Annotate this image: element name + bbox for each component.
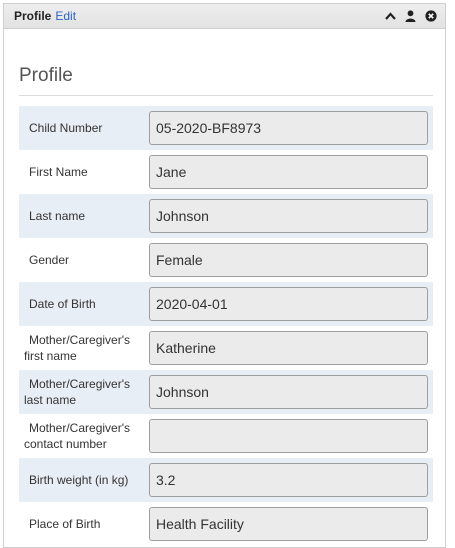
field-label: Last name [29, 209, 86, 223]
field-row-caregiver-first-name: Mother/Caregiver's first name [19, 326, 433, 370]
edit-link[interactable]: Edit [55, 9, 76, 23]
close-circle-icon[interactable] [424, 10, 437, 23]
child-number-field[interactable] [149, 111, 428, 145]
field-label: Mother/Caregiver's last name [24, 377, 130, 407]
field-row-caregiver-contact: Mother/Caregiver's contact number [19, 414, 433, 458]
panel-title: Profile [14, 9, 52, 23]
field-row-birth-weight: Birth weight (in kg) [19, 458, 433, 502]
profile-fields: Child Number First Name Last name Gender… [19, 106, 433, 546]
birth-weight-field[interactable] [149, 463, 428, 497]
field-row-last-name: Last name [19, 194, 433, 238]
chevron-up-icon[interactable] [384, 10, 397, 23]
field-label: Birth weight (in kg) [29, 473, 129, 487]
header-icons [384, 10, 437, 23]
panel-content: Profile Child Number First Name Last nam… [4, 29, 445, 546]
field-row-gender: Gender [19, 238, 433, 282]
field-row-caregiver-last-name: Mother/Caregiver's last name [19, 370, 433, 414]
field-label: Mother/Caregiver's contact number [24, 421, 130, 451]
date-of-birth-field[interactable] [149, 287, 428, 321]
field-label: First Name [29, 165, 88, 179]
gender-field[interactable] [149, 243, 428, 277]
profile-panel: Profile Edit Profile Child Number First … [3, 3, 446, 548]
field-row-place-of-birth: Place of Birth [19, 502, 433, 546]
field-label: Gender [29, 253, 70, 267]
field-label: Date of Birth [29, 297, 96, 311]
place-of-birth-field[interactable] [149, 507, 428, 541]
caregiver-first-name-field[interactable] [149, 331, 428, 365]
person-icon[interactable] [404, 10, 417, 23]
field-row-first-name: First Name [19, 150, 433, 194]
field-row-date-of-birth: Date of Birth [19, 282, 433, 326]
field-label: Child Number [29, 121, 103, 135]
field-label: Mother/Caregiver's first name [24, 333, 130, 363]
first-name-field[interactable] [149, 155, 428, 189]
section-title: Profile [19, 65, 433, 96]
caregiver-contact-field[interactable] [149, 419, 428, 453]
field-label: Place of Birth [29, 517, 101, 531]
panel-header: Profile Edit [4, 4, 445, 29]
caregiver-last-name-field[interactable] [149, 375, 428, 409]
last-name-field[interactable] [149, 199, 428, 233]
field-row-child-number: Child Number [19, 106, 433, 150]
